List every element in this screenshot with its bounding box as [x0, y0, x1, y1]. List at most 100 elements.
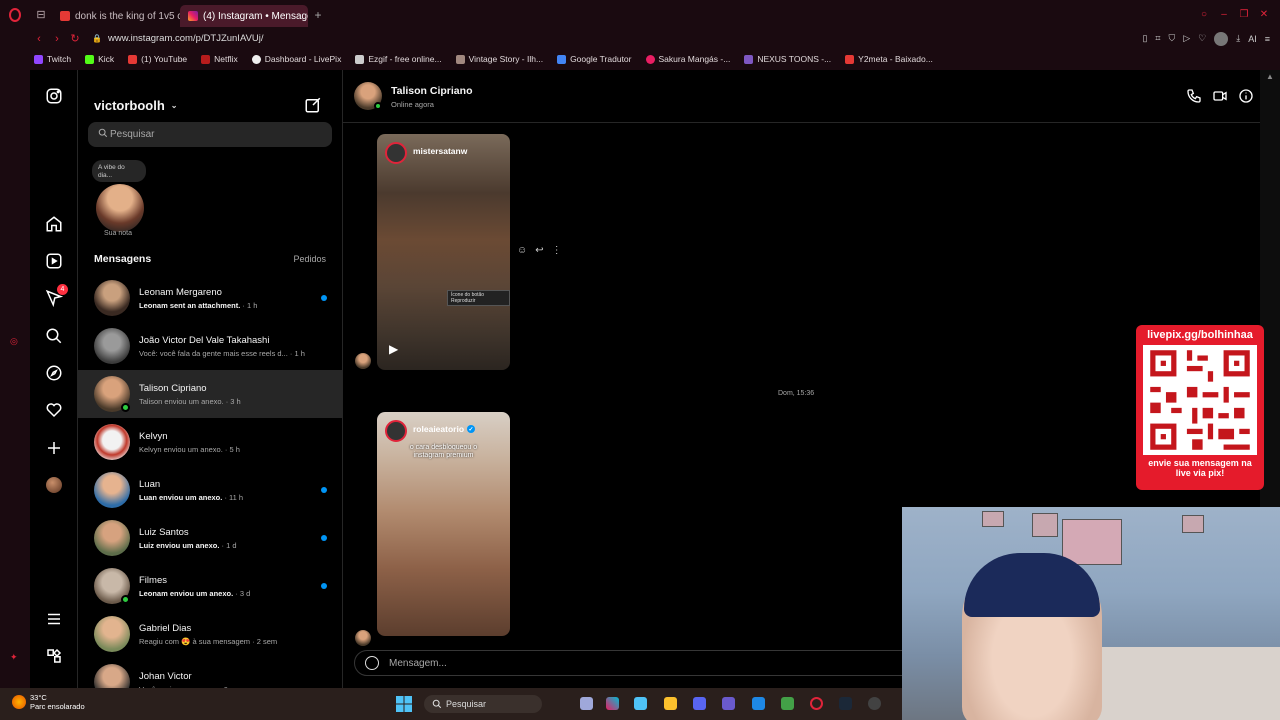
- steam-icon[interactable]: [839, 697, 852, 710]
- vscode-icon[interactable]: [752, 697, 765, 710]
- bookmark-youtube[interactable]: (1) YouTube: [128, 54, 187, 64]
- more-icon[interactable]: [44, 609, 64, 629]
- file-explorer-icon[interactable]: [580, 697, 593, 710]
- profile-icon[interactable]: [44, 475, 64, 495]
- bookmark-vintage-story[interactable]: Vintage Story - Ilh...: [455, 54, 543, 64]
- bookmark-netflix[interactable]: Netflix: [201, 54, 238, 64]
- reel-message[interactable]: roleaieatorio ✓ o cara desbloqueou o ins…: [377, 412, 510, 636]
- bookmark-sakura-mangas[interactable]: Sakura Mangás -...: [645, 54, 730, 64]
- forward-button[interactable]: ›: [48, 33, 66, 45]
- search-icon[interactable]: [44, 326, 64, 346]
- instagram-logo-icon[interactable]: [44, 86, 64, 106]
- reload-button[interactable]: ↻: [66, 32, 84, 45]
- note-bubble[interactable]: A vibe do dia...: [92, 160, 146, 182]
- workspaces-icon[interactable]: ⊟: [30, 0, 52, 29]
- react-emoji-icon[interactable]: ☺: [517, 245, 527, 256]
- opera-logo-icon[interactable]: [0, 0, 30, 29]
- conversation-preview: Você: você fala da gente mais esse reels…: [139, 348, 305, 358]
- contact-avatar[interactable]: [354, 82, 382, 110]
- play-icon[interactable]: ▷: [1183, 33, 1190, 44]
- minimize-button[interactable]: –: [1216, 9, 1232, 20]
- heart-icon[interactable]: [44, 400, 64, 420]
- conversation-row[interactable]: Talison Cipriano Talison enviou um anexo.…: [78, 370, 342, 418]
- weather-widget[interactable]: 33°C Parc ensolarado: [12, 693, 85, 711]
- conversation-avatar: [94, 328, 130, 364]
- browser-tab-instagram[interactable]: (4) Instagram • Mensagens: [180, 5, 308, 27]
- scroll-up-arrow-icon[interactable]: ▲: [1266, 72, 1274, 90]
- search-placeholder: Pesquisar: [110, 129, 155, 140]
- conversation-preview: Kelvyn enviou um anexo. · 5 h: [139, 444, 240, 454]
- minecraft-icon[interactable]: [781, 697, 794, 710]
- close-window-button[interactable]: ✕: [1256, 9, 1272, 20]
- search-tabs-icon[interactable]: ○: [1196, 9, 1212, 20]
- conversation-row[interactable]: Luiz Santos Luiz enviou um anexo. · 1 d: [78, 514, 342, 562]
- search-icon: [432, 699, 442, 709]
- conversation-name: Leonam Mergareno: [139, 286, 222, 298]
- reply-icon[interactable]: ↩: [535, 245, 543, 256]
- new-tab-button[interactable]: +: [308, 8, 328, 22]
- conversation-row[interactable]: Leonam Mergareno Leonam sent an attachmen…: [78, 274, 342, 322]
- obs-icon[interactable]: [868, 697, 881, 710]
- menu-icon[interactable]: ≡: [1265, 34, 1270, 44]
- bookmark-icon[interactable]: ▯: [1142, 33, 1147, 44]
- opera-gx-icon[interactable]: [810, 697, 823, 710]
- profile-avatar[interactable]: [1214, 31, 1229, 46]
- browser-tab-youtube[interactable]: donk is the king of 1v5 clu: [52, 5, 180, 27]
- compose-icon[interactable]: [304, 96, 322, 114]
- more-options-icon[interactable]: ⋮: [552, 245, 562, 256]
- copilot-icon[interactable]: [606, 697, 619, 710]
- weather-text: Parc ensolarado: [30, 702, 85, 711]
- meta-icon[interactable]: [44, 646, 64, 666]
- search-input[interactable]: Pesquisar: [88, 122, 332, 147]
- reel-message[interactable]: mistersatanw Ícone do botão Reproduzir ▶: [377, 134, 510, 370]
- whatsapp-icon[interactable]: ◎: [10, 336, 20, 346]
- aria-ai-button[interactable]: AI: [1248, 34, 1257, 44]
- temperature: 33°C: [30, 693, 47, 702]
- your-note-avatar[interactable]: [96, 184, 144, 232]
- home-icon[interactable]: [44, 214, 64, 234]
- store-icon[interactable]: [634, 697, 647, 710]
- heart-icon[interactable]: ♡: [1198, 33, 1206, 44]
- online-indicator: [121, 595, 130, 604]
- info-icon[interactable]: [1238, 88, 1254, 104]
- bookmark-nexus-toons[interactable]: NEXUS TOONS -...: [744, 54, 831, 64]
- taskbar-search[interactable]: Pesquisar: [424, 695, 542, 713]
- explore-icon[interactable]: [44, 363, 64, 383]
- back-button[interactable]: ‹: [30, 33, 48, 45]
- conversation-row[interactable]: Kelvyn Kelvyn enviou um anexo. · 5 h: [78, 418, 342, 466]
- bookmark-livepix[interactable]: Dashboard - LivePix: [251, 54, 341, 64]
- maximize-button[interactable]: ❐: [1236, 9, 1252, 20]
- app-icon[interactable]: [722, 697, 735, 710]
- download-icon[interactable]: ⤓: [1236, 33, 1240, 44]
- conversation-row[interactable]: Gabriel Dias Reagiu com 😍 à sua mensagem …: [78, 610, 342, 658]
- snapshot-icon[interactable]: ⌗: [1155, 33, 1160, 44]
- bookmark-twitch[interactable]: Twitch: [34, 54, 71, 64]
- conversation-row[interactable]: João Victor Del Vale Takahashi Você: você…: [78, 322, 342, 370]
- tooltip: Ícone do botão Reproduzir: [447, 290, 510, 306]
- requests-link[interactable]: Pedidos: [293, 254, 326, 264]
- account-switcher[interactable]: victorboolh ⌄: [94, 98, 177, 113]
- messages-icon[interactable]: 4: [44, 284, 68, 308]
- conversation-row[interactable]: Johan VictorVocê enviou um anexo. · 6 se…: [78, 658, 342, 688]
- contact-name[interactable]: Talison Cipriano: [391, 85, 472, 97]
- wall-poster: [1032, 513, 1058, 537]
- bookmark-kick[interactable]: Kick: [85, 54, 114, 64]
- conversation-name: Gabriel Dias: [139, 622, 192, 634]
- video-call-icon[interactable]: [1212, 88, 1228, 104]
- create-icon[interactable]: [44, 438, 64, 458]
- emoji-icon[interactable]: [365, 656, 379, 670]
- bookmark-y2meta[interactable]: Y2meta - Baixado...: [845, 54, 933, 64]
- conversation-avatar: [94, 280, 130, 316]
- gx-icon[interactable]: ✦: [10, 652, 20, 662]
- conversation-row[interactable]: Luan Luan enviou um anexo. · 11 h: [78, 466, 342, 514]
- reels-icon[interactable]: [44, 251, 64, 271]
- windows-start-icon[interactable]: [396, 696, 412, 712]
- discord-icon[interactable]: [693, 697, 706, 710]
- folder-icon[interactable]: [664, 697, 677, 710]
- phone-icon[interactable]: [1186, 88, 1202, 104]
- conversation-row[interactable]: Filmes Leonam enviou um anexo. · 3 d: [78, 562, 342, 610]
- bookmark-ezgif[interactable]: Ezgif - free online...: [355, 54, 442, 64]
- bookmark-google-tradutor[interactable]: Google Tradutor: [557, 54, 632, 64]
- shield-icon[interactable]: ⛉: [1168, 33, 1175, 44]
- url-field[interactable]: 🔒 www.instagram.com/p/DTJZunIAVUj/: [92, 33, 264, 44]
